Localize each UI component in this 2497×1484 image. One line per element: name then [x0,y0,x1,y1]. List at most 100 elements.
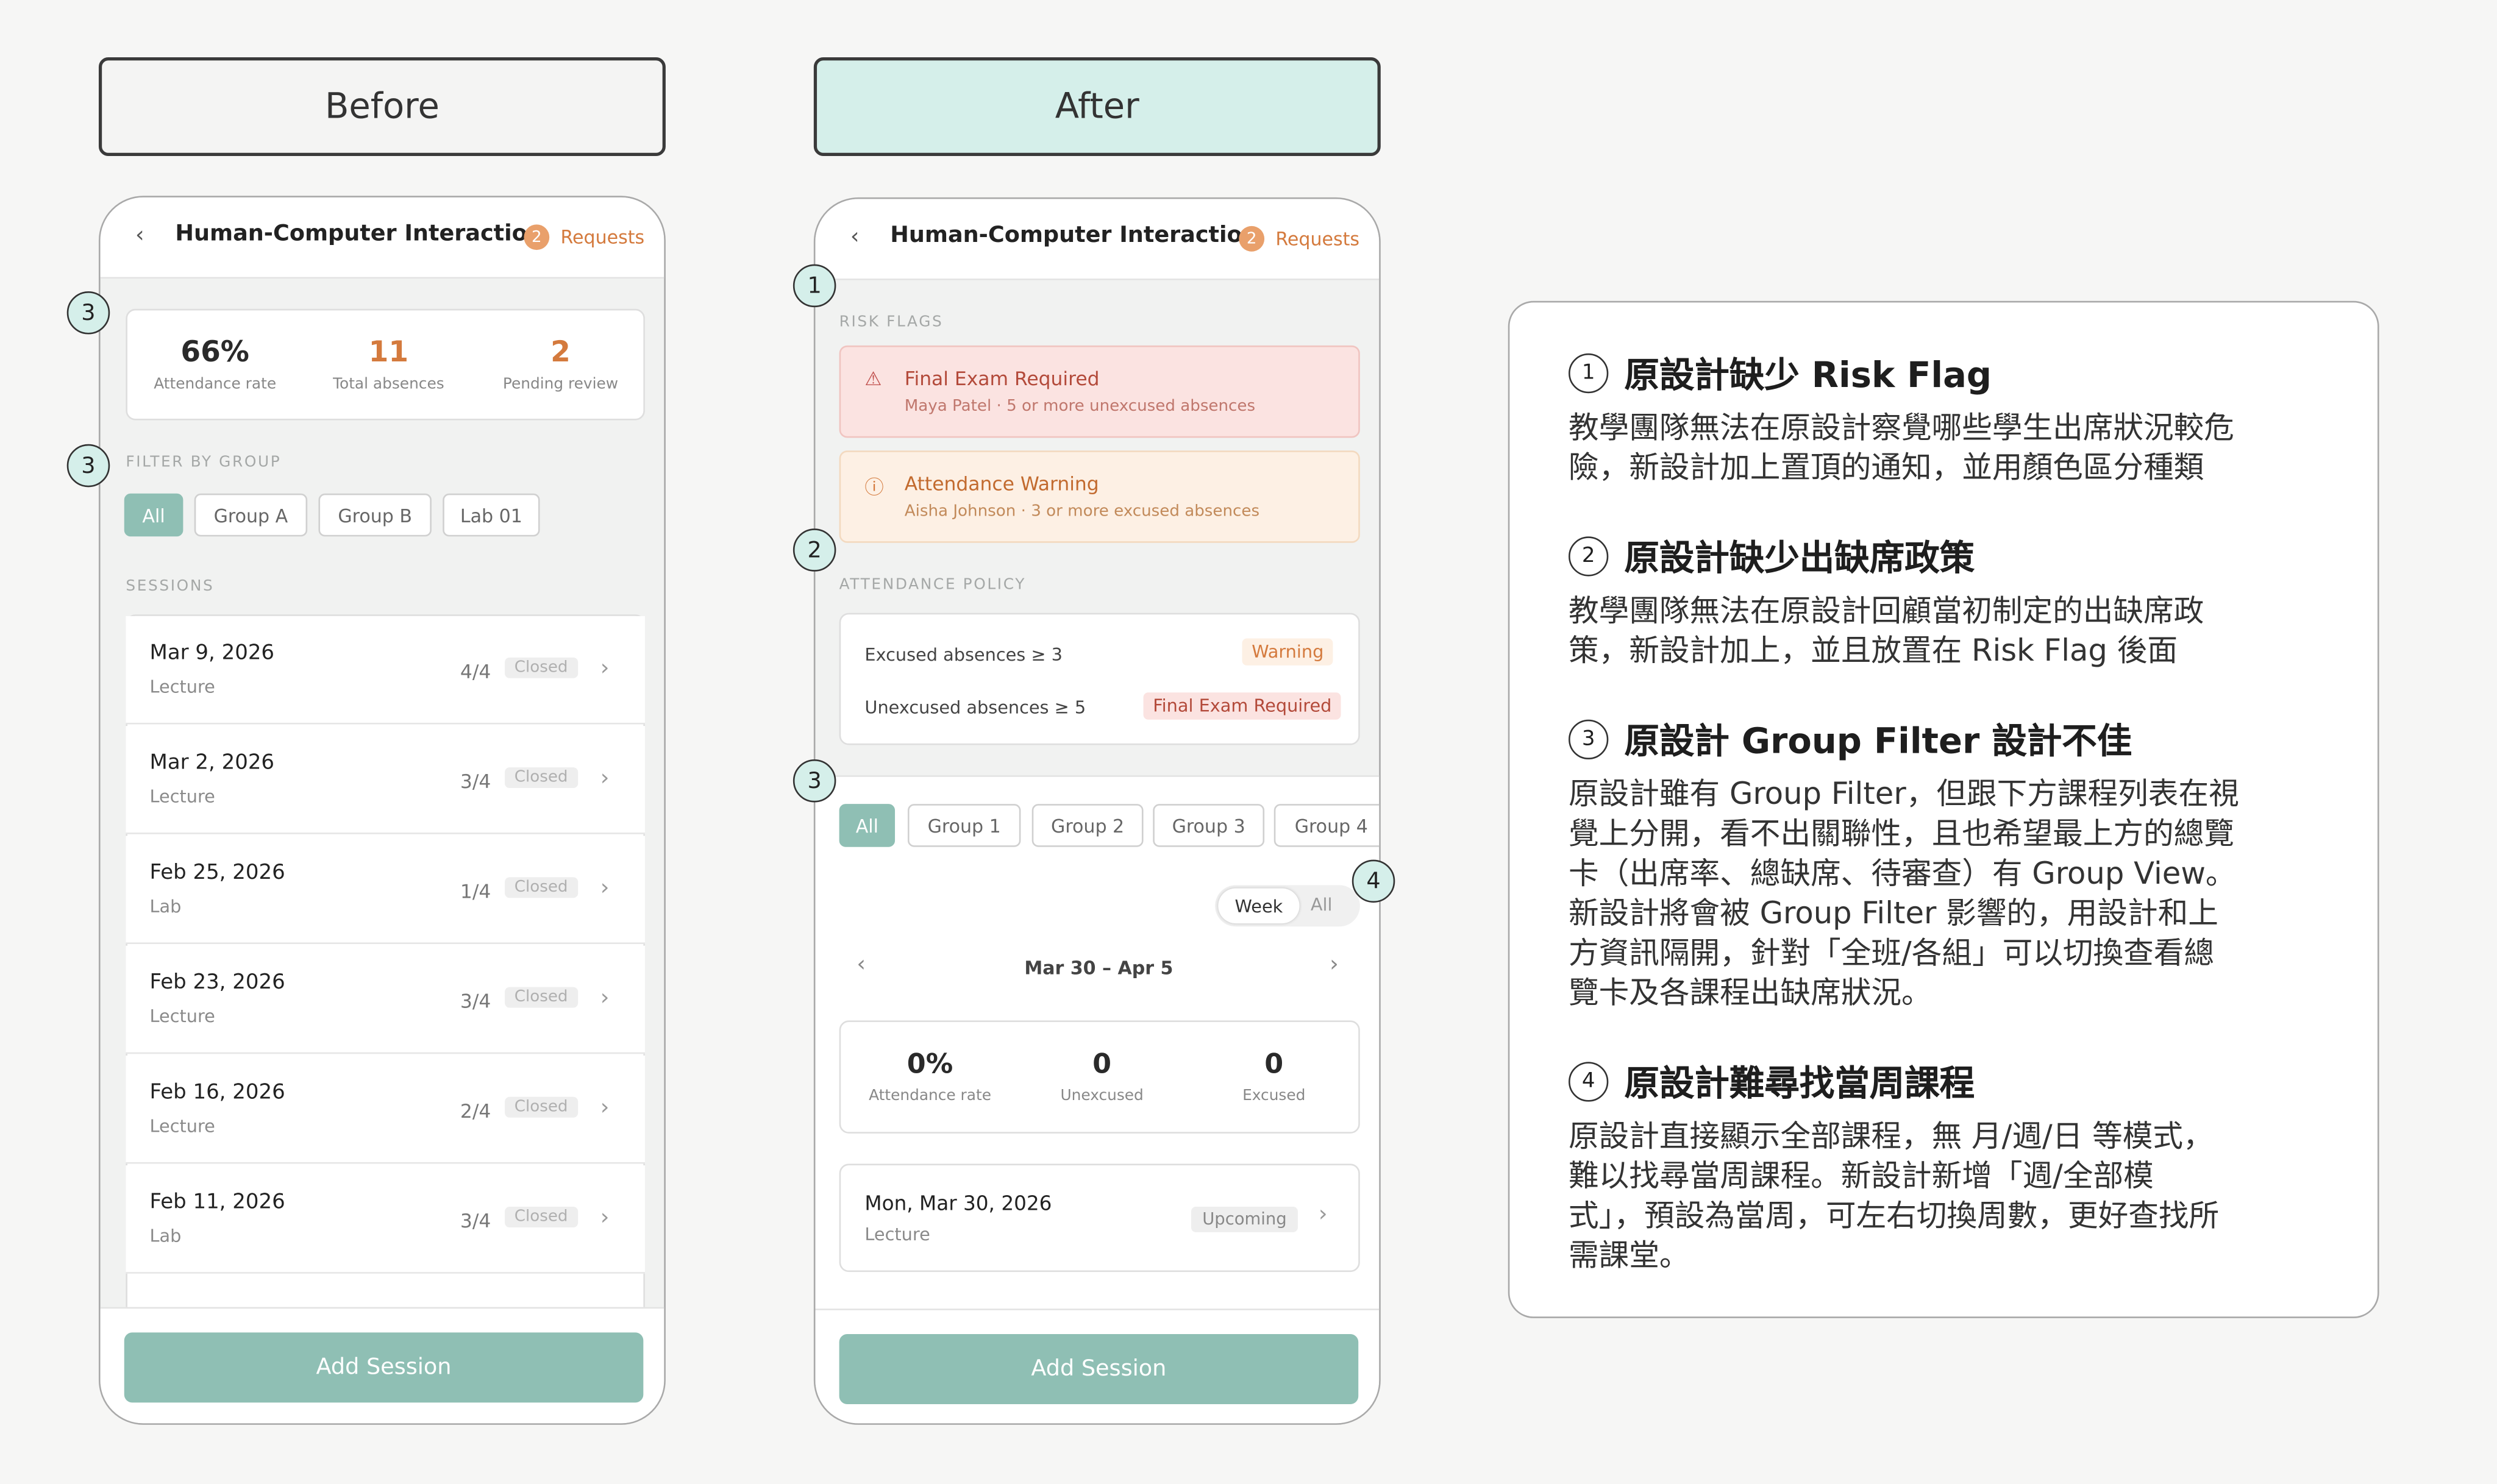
status-badge: Closed [505,657,578,678]
session-date: Feb 11, 2026 [149,1190,285,1215]
stat-value: 0 [1264,1049,1284,1081]
marker-3: 3 [66,444,110,488]
chevron-right-icon: › [1318,1202,1328,1228]
chevron-right-icon: › [600,1205,610,1231]
session-type: Lab [149,896,182,917]
stat-label: Attendance rate [869,1087,991,1105]
risk-flag-final-exam[interactable]: ⚠ Final Exam Required Maya Patel · 5 or … [839,345,1360,438]
policy-tag-final-exam: Final Exam Required [1143,692,1342,720]
session-row[interactable]: Mar 2, 2026 Lecture 3/4 Closed › [126,726,645,834]
toggle-week[interactable]: Week [1218,888,1300,924]
note-line: 需課堂。 [1569,1238,1690,1274]
note-number: 4 [1569,1061,1609,1101]
chevron-right-icon: › [600,1095,610,1121]
stat-value: 2 [550,336,571,370]
add-session-button[interactable]: Add Session [124,1332,644,1403]
marker-3: 3 [793,759,836,803]
session-type: Lecture [149,1006,215,1027]
note-body: 教學團隊無法在原設計察覺哪些學生出席狀況較危 險，新設計加上置頂的通知，並用顏色… [1569,409,2330,489]
session-row[interactable]: Feb 25, 2026 Lab 1/4 Closed › [126,836,645,945]
app-header: ‹ Human-Computer Interaction 2 Requests [815,199,1380,280]
session-row[interactable]: Mar 9, 2026 Lecture 4/4 Closed › [126,616,645,725]
week-all-toggle: Week All [1215,885,1360,927]
filter-chip-group-3[interactable]: Group 3 [1153,804,1265,847]
note-body: 原設計直接顯示全部課程，無 月/週/日 等模式， 難以找尋當周課程。新設計新增「… [1569,1118,2330,1277]
session-date: Feb 16, 2026 [149,1081,285,1105]
session-row[interactable]: Mon, Mar 30, 2026 Lecture Upcoming › [839,1163,1360,1273]
app-header: ‹ Human-Computer Interaction 2 Requests [100,197,664,279]
note-line: 險，新設計加上置頂的通知，並用顏色區分種類 [1569,450,2204,486]
summary-card: 66% Attendance rate 11 Total absences 2 … [126,308,648,421]
note-title: 4 原設計難尋找當周課程 [1569,1056,1975,1107]
flag-title: Final Exam Required [904,367,1100,390]
stat-label: Unexcused [1060,1087,1144,1105]
requests-link[interactable]: Requests [560,226,644,249]
stat-excused: 0 Excused [1186,1049,1361,1104]
flag-title: Attendance Warning [904,472,1099,495]
note-heading: 原設計難尋找當周課程 [1624,1065,1975,1105]
chevron-right-icon: › [600,765,610,792]
warning-triangle-icon: ⚠ [864,367,882,390]
flag-subtitle: Aisha Johnson · 3 or more excused absenc… [904,503,1260,521]
info-circle-icon: ⓘ [864,476,884,499]
filter-chip-group-2[interactable]: Group 2 [1031,804,1144,847]
session-row[interactable]: Feb 23, 2026 Lecture 3/4 Closed › [126,945,645,1054]
flag-subtitle: Maya Patel · 5 or more unexcused absence… [904,398,1256,416]
filter-section-label: FILTER BY GROUP [126,453,282,472]
marker-1: 1 [793,264,836,308]
policy-section-label: ATTENDANCE POLICY [839,576,1027,594]
session-type: Lab [149,1226,182,1247]
requests-count-badge[interactable]: 2 [524,224,550,250]
policy-card: Excused absences ≥ 3 Warning Unexcused a… [839,612,1360,745]
after-phone: ‹ Human-Computer Interaction 2 Requests … [813,197,1381,1425]
sessions-section-label: SESSIONS [126,578,215,595]
requests-link[interactable]: Requests [1275,228,1359,250]
chevron-right-icon[interactable]: › [1330,952,1339,978]
stat-value: 11 [368,336,409,370]
note-number: 3 [1569,719,1609,759]
note-body: 原設計雖有 Group Filter，但跟下方課程列表在視 覺上分開，看不出關聯… [1569,775,2330,1014]
page-title: Human-Computer Interaction [890,222,1258,249]
filter-chip-group-4[interactable]: Group 4 [1273,804,1380,847]
back-icon[interactable]: ‹ [135,223,144,249]
back-icon[interactable]: ‹ [850,224,860,250]
risk-flag-attendance-warning[interactable]: ⓘ Attendance Warning Aisha Johnson · 3 o… [839,450,1360,543]
session-date: Feb 25, 2026 [149,861,285,886]
filter-chip-group-a[interactable]: Group A [194,493,308,537]
session-count: 3/4 [460,1210,491,1232]
session-count: 2/4 [460,1100,491,1123]
note-line: 卡（出席率、總缺席、待審查）有 Group View。 [1569,856,2236,892]
toggle-all[interactable]: All [1311,895,1333,915]
filter-chip-all[interactable]: All [839,804,896,847]
stat-pending-review: 2 Pending review [473,336,648,393]
session-type: Lecture [864,1224,930,1245]
session-type: Lecture [149,1116,215,1137]
status-badge: Closed [505,987,578,1008]
chevron-right-icon: › [600,985,610,1011]
filter-chip-all[interactable]: All [124,493,183,537]
marker-4: 4 [1352,859,1395,903]
note-line: 覽卡及各課程出缺席狀況。 [1569,976,1932,1011]
session-row[interactable]: Feb 11, 2026 Lab 3/4 Closed › [126,1165,645,1274]
note-line: 難以找尋當周課程。新設計新增「週/全部模 [1569,1159,2154,1195]
note-heading: 原設計 Group Filter 設計不佳 [1624,722,2132,763]
session-row[interactable]: Feb 16, 2026 Lecture 2/4 Closed › [126,1055,645,1164]
add-session-button[interactable]: Add Session [839,1334,1359,1404]
filter-chip-lab-01[interactable]: Lab 01 [443,493,540,537]
week-range: Mar 30 – Apr 5 [1024,956,1174,979]
chevron-right-icon: › [600,656,610,682]
stat-label: Attendance rate [154,375,277,394]
note-heading: 原設計缺少出缺席政策 [1624,539,1975,580]
note-line: 原設計直接顯示全部課程，無 月/週/日 等模式， [1569,1119,2214,1154]
note-line: 教學團隊無法在原設計察覺哪些學生出席狀況較危 [1569,410,2234,446]
filter-chip-group-b[interactable]: Group B [318,493,432,537]
policy-rule: Unexcused absences ≥ 5 [864,697,1086,719]
chevron-right-icon: › [600,875,610,901]
filter-chip-group-1[interactable]: Group 1 [907,804,1021,847]
note-line: 覺上分開，看不出關聯性，且也希望最上方的總覽 [1569,817,2234,852]
summary-card: 0% Attendance rate 0 Unexcused 0 Excused [839,1020,1361,1134]
stat-value: 66% [180,336,249,370]
session-type: Lecture [149,786,215,808]
session-date: Mon, Mar 30, 2026 [864,1190,1052,1215]
requests-count-badge[interactable]: 2 [1239,225,1265,252]
